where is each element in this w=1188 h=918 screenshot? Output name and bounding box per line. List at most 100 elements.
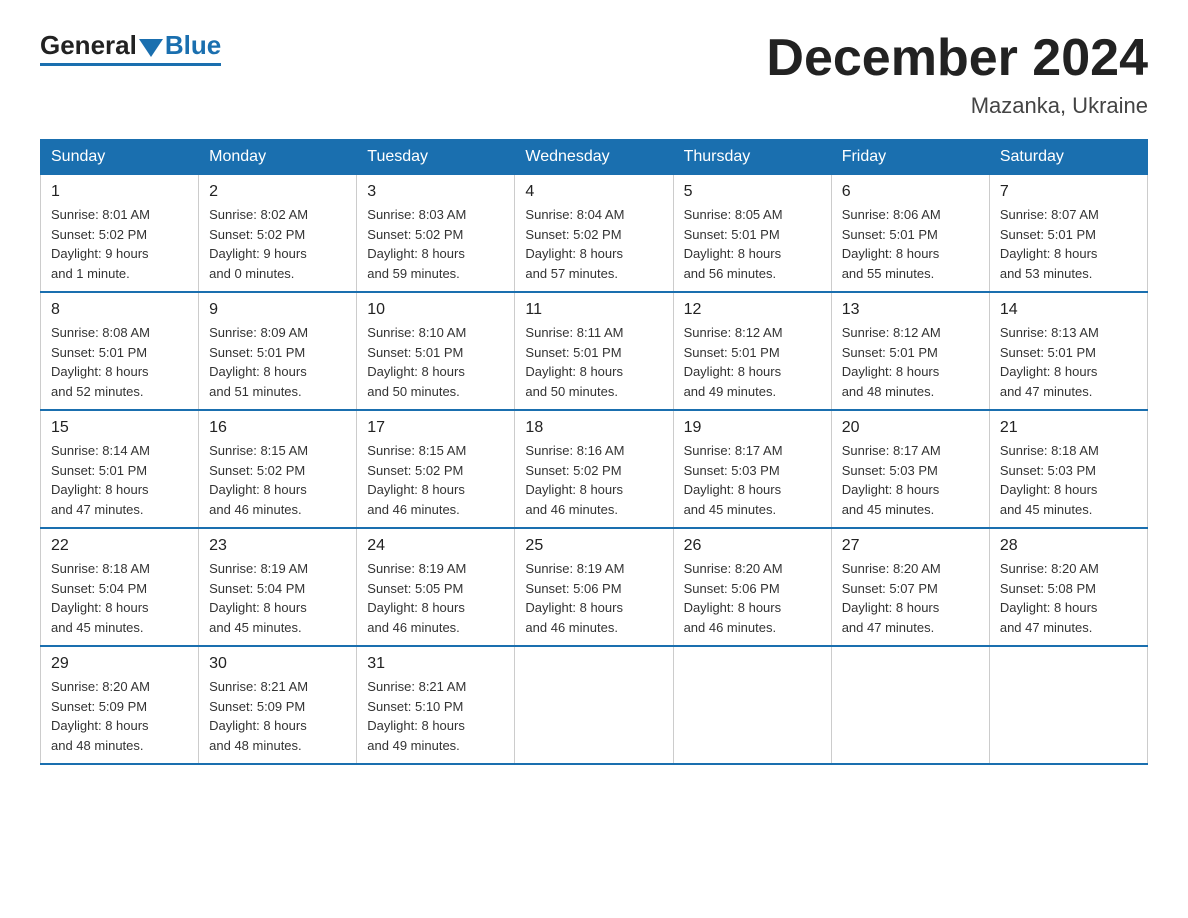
day-info: Sunrise: 8:15 AMSunset: 5:02 PMDaylight:… — [209, 441, 346, 519]
day-info: Sunrise: 8:10 AMSunset: 5:01 PMDaylight:… — [367, 323, 504, 401]
day-cell — [989, 646, 1147, 764]
day-info: Sunrise: 8:02 AMSunset: 5:02 PMDaylight:… — [209, 205, 346, 283]
day-cell: 29Sunrise: 8:20 AMSunset: 5:09 PMDayligh… — [41, 646, 199, 764]
day-info: Sunrise: 8:04 AMSunset: 5:02 PMDaylight:… — [525, 205, 662, 283]
logo: General Blue — [40, 30, 221, 66]
day-cell: 2 Sunrise: 8:02 AMSunset: 5:02 PMDaylight… — [199, 175, 357, 293]
day-number: 31 — [367, 655, 504, 673]
logo-blue-text: Blue — [165, 30, 221, 61]
day-cell: 12Sunrise: 8:12 AMSunset: 5:01 PMDayligh… — [673, 292, 831, 410]
day-number: 19 — [684, 419, 821, 437]
calendar-table: SundayMondayTuesdayWednesdayThursdayFrid… — [40, 139, 1148, 765]
day-cell: 31 Sunrise: 8:21 AMSunset: 5:10 PMDayligh… — [357, 646, 515, 764]
day-number: 7 — [1000, 183, 1137, 201]
day-info: Sunrise: 8:14 AMSunset: 5:01 PMDaylight:… — [51, 441, 188, 519]
day-number: 2 — [209, 183, 346, 201]
day-number: 18 — [525, 419, 662, 437]
day-number: 22 — [51, 537, 188, 555]
day-number: 29 — [51, 655, 188, 673]
day-info: Sunrise: 8:09 AMSunset: 5:01 PMDaylight:… — [209, 323, 346, 401]
day-info: Sunrise: 8:12 AMSunset: 5:01 PMDaylight:… — [684, 323, 821, 401]
day-number: 21 — [1000, 419, 1137, 437]
day-number: 3 — [367, 183, 504, 201]
day-info: Sunrise: 8:05 AMSunset: 5:01 PMDaylight:… — [684, 205, 821, 283]
title-block: December 2024 Mazanka, Ukraine — [766, 30, 1148, 119]
week-row-4: 22 Sunrise: 8:18 AMSunset: 5:04 PMDayligh… — [41, 528, 1148, 646]
header-cell-friday: Friday — [831, 140, 989, 175]
day-info: Sunrise: 8:19 AMSunset: 5:04 PMDaylight:… — [209, 559, 346, 637]
day-info: Sunrise: 8:20 AMSunset: 5:07 PMDaylight:… — [842, 559, 979, 637]
day-cell: 5 Sunrise: 8:05 AMSunset: 5:01 PMDaylight… — [673, 175, 831, 293]
day-info: Sunrise: 8:17 AMSunset: 5:03 PMDaylight:… — [842, 441, 979, 519]
day-cell: 25 Sunrise: 8:19 AMSunset: 5:06 PMDayligh… — [515, 528, 673, 646]
header-cell-monday: Monday — [199, 140, 357, 175]
day-number: 28 — [1000, 537, 1137, 555]
day-number: 1 — [51, 183, 188, 201]
day-number: 5 — [684, 183, 821, 201]
day-cell: 20 Sunrise: 8:17 AMSunset: 5:03 PMDayligh… — [831, 410, 989, 528]
day-cell: 24 Sunrise: 8:19 AMSunset: 5:05 PMDayligh… — [357, 528, 515, 646]
day-number: 6 — [842, 183, 979, 201]
day-cell: 30Sunrise: 8:21 AMSunset: 5:09 PMDayligh… — [199, 646, 357, 764]
day-cell: 14 Sunrise: 8:13 AMSunset: 5:01 PMDayligh… — [989, 292, 1147, 410]
day-cell: 18Sunrise: 8:16 AMSunset: 5:02 PMDayligh… — [515, 410, 673, 528]
day-cell: 17Sunrise: 8:15 AMSunset: 5:02 PMDayligh… — [357, 410, 515, 528]
page-header: General Blue December 2024 Mazanka, Ukra… — [40, 30, 1148, 119]
day-number: 20 — [842, 419, 979, 437]
logo-underline — [40, 63, 221, 66]
day-cell — [673, 646, 831, 764]
day-cell: 10 Sunrise: 8:10 AMSunset: 5:01 PMDayligh… — [357, 292, 515, 410]
day-info: Sunrise: 8:18 AMSunset: 5:04 PMDaylight:… — [51, 559, 188, 637]
day-cell: 13 Sunrise: 8:12 AMSunset: 5:01 PMDayligh… — [831, 292, 989, 410]
day-number: 17 — [367, 419, 504, 437]
day-info: Sunrise: 8:12 AMSunset: 5:01 PMDaylight:… — [842, 323, 979, 401]
day-info: Sunrise: 8:08 AMSunset: 5:01 PMDaylight:… — [51, 323, 188, 401]
day-info: Sunrise: 8:13 AMSunset: 5:01 PMDaylight:… — [1000, 323, 1137, 401]
day-cell: 15 Sunrise: 8:14 AMSunset: 5:01 PMDayligh… — [41, 410, 199, 528]
logo-general-text: General — [40, 30, 137, 61]
header-cell-tuesday: Tuesday — [357, 140, 515, 175]
day-info: Sunrise: 8:06 AMSunset: 5:01 PMDaylight:… — [842, 205, 979, 283]
day-number: 4 — [525, 183, 662, 201]
day-number: 27 — [842, 537, 979, 555]
header-cell-saturday: Saturday — [989, 140, 1147, 175]
day-number: 25 — [525, 537, 662, 555]
day-number: 23 — [209, 537, 346, 555]
week-row-1: 1 Sunrise: 8:01 AMSunset: 5:02 PMDaylight… — [41, 175, 1148, 293]
day-number: 11 — [525, 301, 662, 319]
day-info: Sunrise: 8:07 AMSunset: 5:01 PMDaylight:… — [1000, 205, 1137, 283]
week-row-5: 29Sunrise: 8:20 AMSunset: 5:09 PMDayligh… — [41, 646, 1148, 764]
day-info: Sunrise: 8:11 AMSunset: 5:01 PMDaylight:… — [525, 323, 662, 401]
day-info: Sunrise: 8:18 AMSunset: 5:03 PMDaylight:… — [1000, 441, 1137, 519]
day-cell: 6 Sunrise: 8:06 AMSunset: 5:01 PMDaylight… — [831, 175, 989, 293]
day-cell: 26Sunrise: 8:20 AMSunset: 5:06 PMDayligh… — [673, 528, 831, 646]
location-subtitle: Mazanka, Ukraine — [766, 93, 1148, 119]
day-number: 13 — [842, 301, 979, 319]
day-cell: 16Sunrise: 8:15 AMSunset: 5:02 PMDayligh… — [199, 410, 357, 528]
day-info: Sunrise: 8:20 AMSunset: 5:08 PMDaylight:… — [1000, 559, 1137, 637]
day-info: Sunrise: 8:19 AMSunset: 5:05 PMDaylight:… — [367, 559, 504, 637]
header-cell-sunday: Sunday — [41, 140, 199, 175]
day-cell: 9 Sunrise: 8:09 AMSunset: 5:01 PMDaylight… — [199, 292, 357, 410]
day-cell: 7 Sunrise: 8:07 AMSunset: 5:01 PMDaylight… — [989, 175, 1147, 293]
day-number: 30 — [209, 655, 346, 673]
day-info: Sunrise: 8:17 AMSunset: 5:03 PMDaylight:… — [684, 441, 821, 519]
day-cell: 27 Sunrise: 8:20 AMSunset: 5:07 PMDayligh… — [831, 528, 989, 646]
day-cell: 4 Sunrise: 8:04 AMSunset: 5:02 PMDaylight… — [515, 175, 673, 293]
day-number: 8 — [51, 301, 188, 319]
main-title: December 2024 — [766, 30, 1148, 87]
header-row: SundayMondayTuesdayWednesdayThursdayFrid… — [41, 140, 1148, 175]
day-cell: 23 Sunrise: 8:19 AMSunset: 5:04 PMDayligh… — [199, 528, 357, 646]
day-number: 10 — [367, 301, 504, 319]
day-info: Sunrise: 8:19 AMSunset: 5:06 PMDaylight:… — [525, 559, 662, 637]
day-info: Sunrise: 8:21 AMSunset: 5:10 PMDaylight:… — [367, 677, 504, 755]
day-cell: 3Sunrise: 8:03 AMSunset: 5:02 PMDaylight… — [357, 175, 515, 293]
day-number: 9 — [209, 301, 346, 319]
day-number: 14 — [1000, 301, 1137, 319]
day-info: Sunrise: 8:01 AMSunset: 5:02 PMDaylight:… — [51, 205, 188, 283]
day-number: 15 — [51, 419, 188, 437]
day-cell: 1 Sunrise: 8:01 AMSunset: 5:02 PMDaylight… — [41, 175, 199, 293]
day-number: 24 — [367, 537, 504, 555]
day-cell: 28 Sunrise: 8:20 AMSunset: 5:08 PMDayligh… — [989, 528, 1147, 646]
header-cell-wednesday: Wednesday — [515, 140, 673, 175]
